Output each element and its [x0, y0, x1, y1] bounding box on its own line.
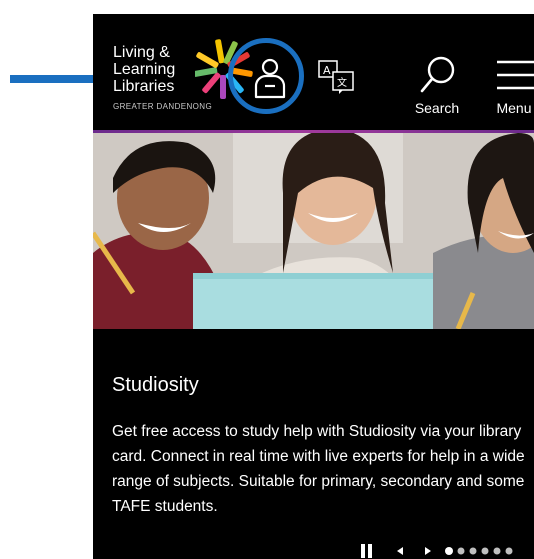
carousel-dot[interactable]	[481, 547, 489, 555]
translate-button[interactable]: A 文	[317, 59, 357, 95]
search-label: Search	[414, 100, 460, 116]
logo-starburst-icon	[195, 39, 253, 99]
carousel-dot[interactable]	[505, 547, 513, 555]
carousel-dot[interactable]	[445, 547, 453, 555]
logo-line-2: Learning	[113, 61, 176, 78]
carousel-dot[interactable]	[493, 547, 501, 555]
menu-label: Menu	[496, 100, 532, 116]
students-photo	[93, 133, 534, 329]
carousel-controls	[353, 540, 533, 559]
carousel-dots	[445, 547, 513, 555]
hero-image-students[interactable]	[93, 133, 534, 329]
menu-button[interactable]: Menu	[489, 54, 534, 116]
hamburger-icon	[497, 60, 534, 90]
carousel-dot[interactable]	[469, 547, 477, 555]
previous-slide-button[interactable]	[397, 547, 403, 555]
next-slide-button[interactable]	[425, 547, 431, 555]
svg-text:文: 文	[337, 76, 347, 89]
carousel-dot[interactable]	[457, 547, 465, 555]
svg-text:A: A	[323, 64, 331, 77]
logo-line-1: Living &	[113, 44, 170, 61]
logo-subtitle: GREATER DANDENONG	[113, 102, 213, 111]
content-title: Studiosity	[112, 374, 199, 396]
pause-button[interactable]	[361, 544, 372, 558]
content-description: Get free access to study help with Studi…	[112, 423, 525, 515]
user-account-icon	[254, 58, 286, 99]
site-header: Living & Learning Libraries GREATER DAND…	[93, 14, 534, 131]
mobile-viewport: Living & Learning Libraries GREATER DAND…	[93, 14, 534, 559]
logo-line-3: Libraries	[113, 78, 175, 95]
translate-icon: A 文	[318, 60, 354, 94]
account-button[interactable]	[247, 53, 293, 105]
magnifier-icon	[420, 56, 455, 93]
logo-wordmark: Living & Learning Libraries	[113, 44, 175, 95]
search-button[interactable]: Search	[409, 54, 465, 116]
